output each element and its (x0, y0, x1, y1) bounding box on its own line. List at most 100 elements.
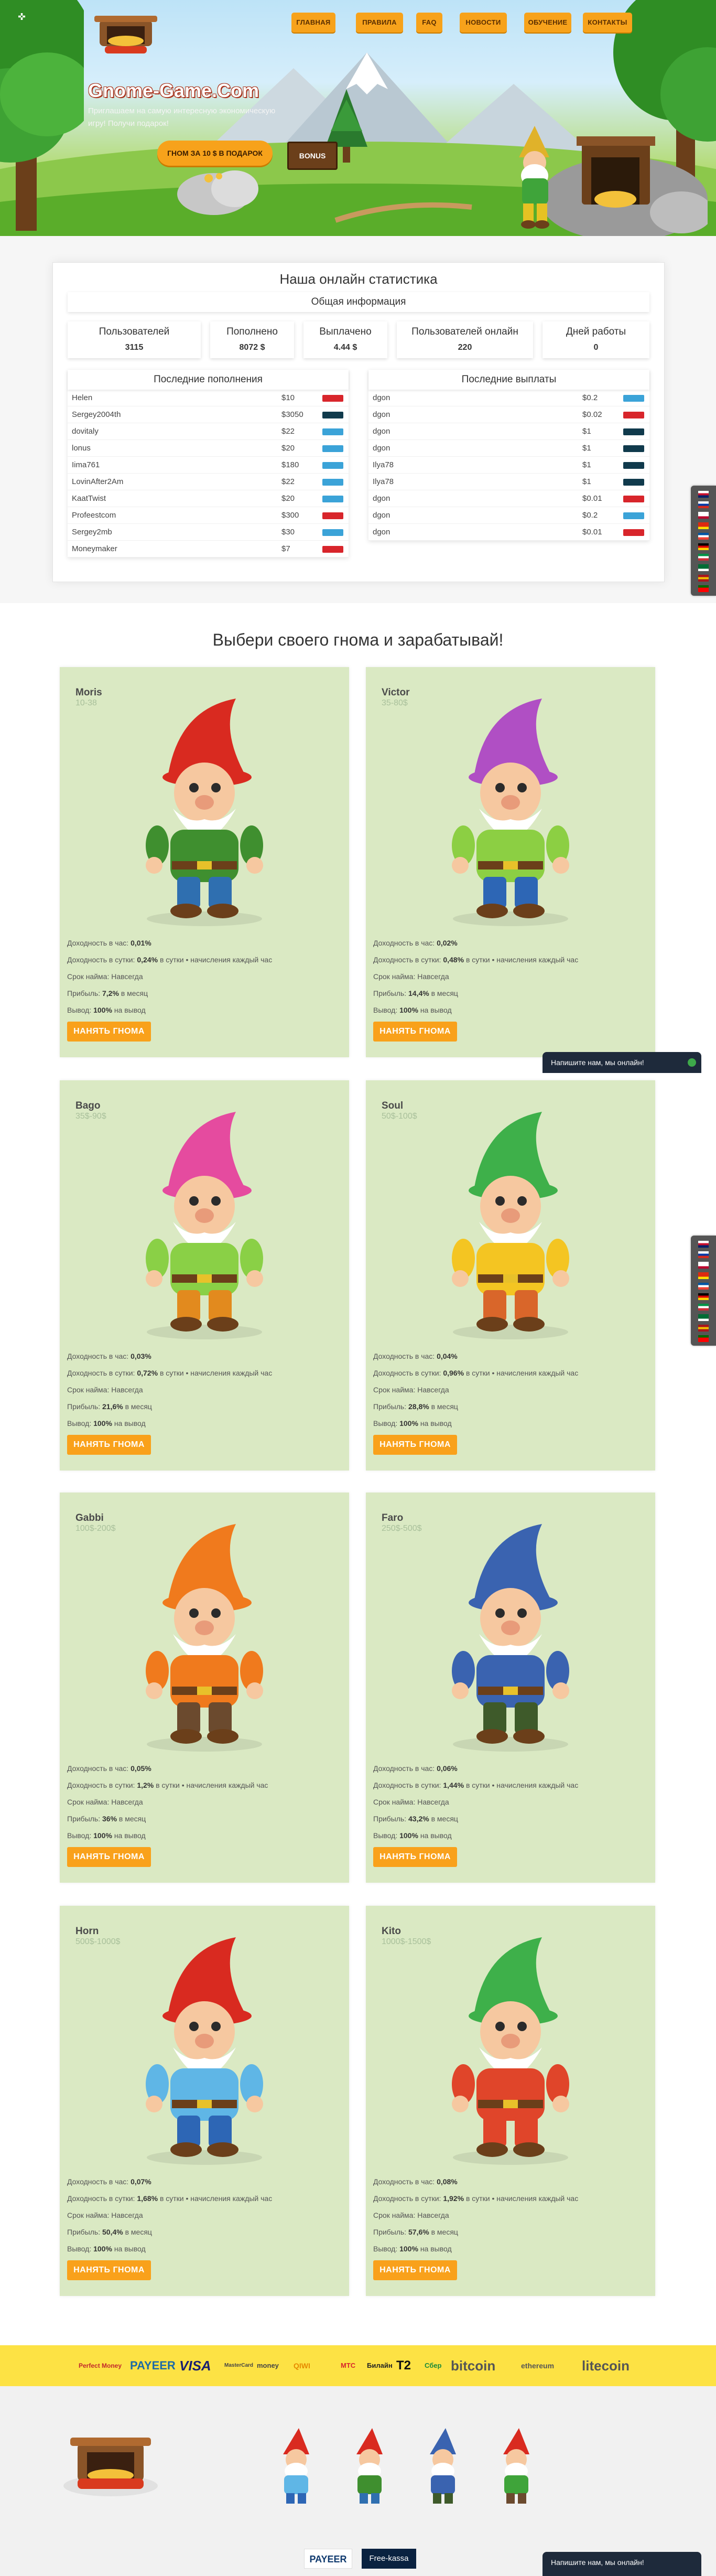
language-flag-icon[interactable] (698, 1325, 709, 1332)
stat-label: Дней работы (566, 326, 626, 337)
row-username: dgon (373, 511, 390, 520)
gnome-card: Soul 50$-100$ Доходность в час: 0,04% До… (366, 1080, 655, 1471)
hire-gnome-button[interactable]: НАНЯТЬ ГНОМА (373, 1847, 457, 1867)
language-flag-icon[interactable] (698, 522, 709, 529)
language-flag-icon[interactable] (698, 1283, 709, 1290)
footer-payeer-badge[interactable]: PAYEER (304, 2549, 352, 2569)
language-flag-icon[interactable] (698, 1335, 709, 1342)
period-row: Срок найма: Навсегда (67, 968, 272, 985)
profit-label: Прибыль: (373, 1815, 407, 1823)
payment-qiwi: QIWI (294, 2362, 310, 2370)
row-amount: $180 (281, 460, 299, 469)
nav-item-faq[interactable]: FAQ (416, 13, 442, 33)
language-flag-icon[interactable] (698, 1293, 709, 1300)
list-row: Iima761 $180 (68, 457, 349, 474)
chat-widget-top[interactable]: Напишите нам, мы онлайн! (543, 1052, 701, 1073)
payment-system-icon (322, 529, 343, 536)
withdraw-value: 100% (93, 1831, 112, 1840)
hire-gnome-button[interactable]: НАНЯТЬ ГНОМА (373, 2260, 457, 2280)
language-flag-icon[interactable] (698, 1272, 709, 1279)
profit-suffix: в месяц (431, 1815, 458, 1823)
stat-value: 3115 (125, 343, 144, 352)
footer-freekassa-badge[interactable]: Free-kassa (362, 2549, 416, 2569)
chat-label: Напишите нам, мы онлайн! (551, 2558, 644, 2567)
nav-item-rules[interactable]: ПРАВИЛА (356, 13, 403, 33)
payment-mts: МТС (341, 2362, 356, 2369)
withdraw-row: Вывод: 100% на вывод (67, 1827, 268, 1844)
hire-gnome-button[interactable]: НАНЯТЬ ГНОМА (67, 1022, 151, 1042)
language-flag-icon[interactable] (698, 491, 709, 498)
hour-yield-label: Доходность в час: (67, 939, 129, 947)
payment-system-icon (322, 428, 343, 435)
stat-label: Выплачено (319, 326, 372, 337)
language-flag-icon[interactable] (698, 564, 709, 571)
language-flag-icon[interactable] (698, 554, 709, 561)
profit-row: Прибыль: 14,4% в месяц (373, 985, 578, 1002)
nav-item-learning[interactable]: ОБУЧЕНИЕ (524, 13, 571, 33)
list-row: Profeestcom $300 (68, 507, 349, 524)
hire-gnome-button[interactable]: НАНЯТЬ ГНОМА (67, 2260, 151, 2280)
period-value: Навсегда (417, 972, 449, 981)
stat-label: Пополнено (226, 326, 278, 337)
period-label: Срок найма: (67, 1386, 110, 1394)
deposits-heading: Последние пополнения (68, 370, 349, 390)
language-flag-icon[interactable] (698, 585, 709, 592)
day-yield-suffix: в сутки • начисления каждый час (465, 1781, 579, 1789)
hire-gnome-button[interactable]: НАНЯТЬ ГНОМА (373, 1435, 457, 1455)
period-row: Срок найма: Навсегда (67, 1794, 268, 1810)
nav-item-news[interactable]: НОВОСТИ (460, 13, 507, 33)
language-flag-icon[interactable] (698, 512, 709, 519)
withdraw-label: Вывод: (67, 1831, 92, 1840)
row-username: Sergey2004th (72, 410, 121, 419)
gnome-card: Gabbi 100$-200$ Доходность в час: 0,05% … (60, 1493, 349, 1883)
payment-system-icon (623, 529, 644, 536)
hour-yield-label: Доходность в час: (373, 939, 435, 947)
language-flag-icon[interactable] (698, 1262, 709, 1269)
row-username: lonus (72, 444, 91, 453)
gnome-name: Moris (75, 687, 102, 698)
row-username: dgon (373, 494, 390, 503)
profit-label: Прибыль: (373, 1402, 407, 1411)
hour-yield-value: 0,02% (437, 939, 458, 947)
language-flag-icon[interactable] (698, 501, 709, 508)
payment-system-icon (322, 546, 343, 553)
payment-litecoin: litecoin (582, 2358, 630, 2374)
language-flag-icon[interactable] (698, 533, 709, 540)
gnome-name: Horn (75, 1926, 99, 1937)
payment-system-icon (623, 512, 644, 519)
language-flag-icon[interactable] (698, 575, 709, 582)
language-flag-icon[interactable] (698, 1251, 709, 1258)
row-username: Ilya78 (373, 460, 394, 469)
profit-label: Прибыль: (67, 1402, 101, 1411)
withdraw-row: Вывод: 100% на вывод (373, 1002, 578, 1018)
gnome-name: Faro (382, 1512, 404, 1523)
stat-value: 4.44 $ (333, 343, 357, 352)
nav-item-home[interactable]: ГЛАВНАЯ (291, 13, 335, 33)
row-amount: $0.2 (582, 511, 598, 520)
hire-gnome-button[interactable]: НАНЯТЬ ГНОМА (67, 1847, 151, 1867)
stats-panel: Наша онлайн статистика Общая информация … (52, 262, 665, 582)
chat-widget-bottom[interactable]: Напишите нам, мы онлайн! (543, 2552, 701, 2576)
row-username: dgon (373, 427, 390, 436)
payment-system-icon (322, 445, 343, 452)
row-amount: $7 (281, 544, 290, 553)
language-flag-icon[interactable] (698, 1304, 709, 1311)
hour-yield-value: 0,05% (131, 1764, 151, 1773)
list-row: dgon $0.2 (368, 390, 649, 406)
hire-gnome-button[interactable]: НАНЯТЬ ГНОМА (373, 1022, 457, 1042)
language-flag-icon[interactable] (698, 543, 709, 550)
language-flag-icon[interactable] (698, 1241, 709, 1248)
row-amount: $0.01 (582, 494, 602, 503)
hour-yield-row: Доходность в час: 0,04% (373, 1348, 578, 1365)
stat-value: 0 (593, 343, 599, 352)
bonus-gnome-button[interactable]: ГНОМ ЗА 10 $ В ПОДАРОК (157, 141, 273, 166)
list-row: Sergey2004th $3050 (68, 406, 349, 423)
language-flag-icon[interactable] (698, 1314, 709, 1321)
row-amount: $0.02 (582, 410, 602, 419)
hire-gnome-button[interactable]: НАНЯТЬ ГНОМА (67, 1435, 151, 1455)
nav-item-contacts[interactable]: КОНТАКТЫ (583, 13, 632, 33)
rocks-left-icon (177, 170, 258, 215)
gnome-info: Доходность в час: 0,05% Доходность в сут… (67, 1760, 268, 1844)
hour-yield-label: Доходность в час: (67, 1352, 129, 1360)
day-yield-row: Доходность в сутки: 1,2% в сутки • начис… (67, 1777, 268, 1794)
